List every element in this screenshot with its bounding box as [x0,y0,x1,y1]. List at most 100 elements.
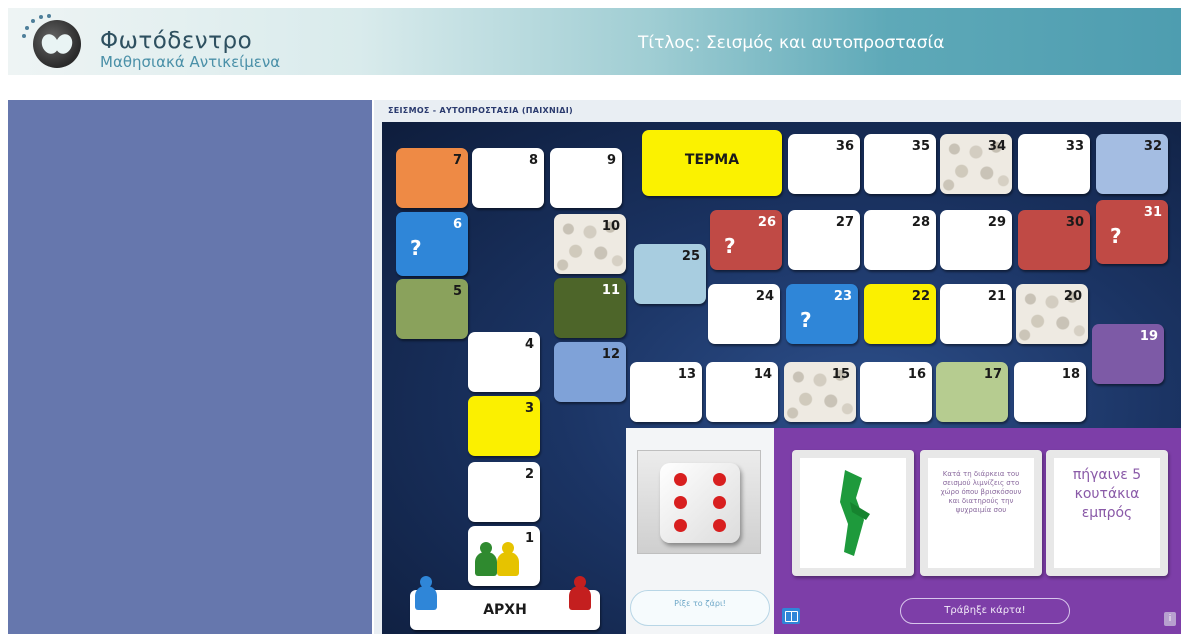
dice-panel: Ρίξε το ζάρι! [626,428,774,634]
board-cell-6: 6? [396,212,468,276]
cell-number: 7 [452,153,462,168]
board-cell-5: 5 [396,279,468,339]
board-cell-23: 23? [786,284,858,344]
board-cell-3: 3 [468,396,540,456]
board-cell-33: 33 [1018,134,1090,194]
cell-number: 33 [1065,139,1084,154]
cell-number: 9 [606,153,616,168]
app-header: Φωτόδεντρο Μαθησιακά Αντικείμενα Τίτλος:… [8,8,1181,75]
board-cell-20: 20 [1016,284,1088,344]
person-crouching-icon [840,470,870,556]
board-cell-25: 25 [634,244,706,304]
board-cell-24: 24 [708,284,780,344]
cell-number: 13 [677,367,696,382]
board-cell-2: 2 [468,462,540,522]
brand-subtitle: Μαθησιακά Αντικείμενα [100,53,281,71]
cell-number: 3 [524,401,534,416]
board-cell-29: 29 [940,210,1012,270]
cell-number: 22 [911,289,930,304]
question-mark: ? [1110,224,1122,248]
board-cell-27: 27 [788,210,860,270]
board-cell-36: 36 [788,134,860,194]
board-cell-18: 18 [1014,362,1086,422]
page-title: Τίτλος: Σεισμός και αυτοπροστασία [638,33,945,53]
info-icon[interactable]: i [1164,612,1176,626]
board-cell-7: 7 [396,148,468,208]
cell-number: 2 [524,467,534,482]
cell-number: 18 [1061,367,1080,382]
card-move[interactable]: πήγαινε 5 κουτάκια εμπρός [1046,450,1168,576]
board-cell-32: 32 [1096,134,1168,194]
cell-number: 25 [681,249,700,264]
board-cell-15: 15 [784,362,856,422]
board-cell-16: 16 [860,362,932,422]
cell-number: 15 [831,367,850,382]
board-cell-35: 35 [864,134,936,194]
question-mark: ? [410,236,422,260]
game-caption: ΣΕΙΣΜΟΣ - ΑΥΤΟΠΡΟΣΤΑΣΙΑ (ΠΑΙΧΝΙΔΙ) [388,106,574,115]
card-image[interactable] [792,450,914,576]
cell-number: 24 [755,289,774,304]
red-pawn-icon[interactable] [568,576,592,610]
board-cell-22: 22 [864,284,936,344]
cell-number: 10 [601,219,620,234]
board-cell-26: 26? [710,210,782,270]
cell-number: 26 [757,215,776,230]
cell-number: 23 [833,289,852,304]
cell-number: 30 [1065,215,1084,230]
cell-number: 29 [987,215,1006,230]
cell-number: 14 [753,367,772,382]
cell-number: 36 [835,139,854,154]
page-root: Φωτόδεντρο Μαθησιακά Αντικείμενα Τίτλος:… [0,0,1181,634]
yellow-pawn-icon[interactable] [496,542,520,576]
board-cell-9: 9 [550,148,622,208]
cell-number: 17 [983,367,1002,382]
board-cell-14: 14 [706,362,778,422]
card-info-text: Κατά τη διάρκεια του σεισμού λιμνίζεις σ… [940,470,1022,514]
question-mark: ? [724,234,736,258]
board-cell-1: 1 [468,526,540,586]
cell-number: 32 [1143,139,1162,154]
board-cell-10: 10 [554,214,626,274]
book-icon[interactable] [782,608,800,624]
cell-number: 19 [1139,329,1158,344]
cell-number: 1 [524,531,534,546]
dice-six-icon[interactable] [660,463,740,543]
draw-card-button[interactable]: Τράβηξε κάρτα! [900,598,1070,624]
board-cell-28: 28 [864,210,936,270]
cell-number: 20 [1063,289,1082,304]
card-info[interactable]: Κατά τη διάρκεια του σεισμού λιμνίζεις σ… [920,450,1042,576]
cell-number: 4 [524,337,534,352]
card-image-inner [800,458,906,568]
board-cell-12: 12 [554,342,626,402]
blue-pawn-icon[interactable] [414,576,438,610]
cell-number: 5 [452,284,462,299]
cell-number: 34 [987,139,1006,154]
game-board[interactable]: 7 8 9 6? 5 10 11 12 4 3 2 1 ΑΡΧΗ ΤΕΡΜΑ 2 [382,122,1181,634]
green-pawn-icon[interactable] [474,542,498,576]
roll-dice-button[interactable]: Ρίξε το ζάρι! [630,590,770,626]
board-cell-34: 34 [940,134,1012,194]
cell-number: 6 [452,217,462,232]
finish-label: ΤΕΡΜΑ [684,152,740,168]
board-cell-31: 31? [1096,200,1168,264]
finish-cell: ΤΕΡΜΑ [642,130,782,196]
board-cell-11: 11 [554,278,626,338]
dice-box [637,450,761,554]
board-cell-4: 4 [468,332,540,392]
card-move-text: πήγαινε 5 κουτάκια εμπρός [1072,467,1142,521]
cell-number: 11 [601,283,620,298]
cell-number: 27 [835,215,854,230]
board-cell-19: 19 [1092,324,1164,384]
board-cell-13: 13 [630,362,702,422]
board-cell-30: 30 [1018,210,1090,270]
cell-number: 28 [911,215,930,230]
board-cell-8: 8 [472,148,544,208]
board-cell-21: 21 [940,284,1012,344]
cell-number: 8 [528,153,538,168]
brand-title: Φωτόδεντρο [100,28,253,54]
cell-number: 16 [907,367,926,382]
game-frame: ΣΕΙΣΜΟΣ - ΑΥΤΟΠΡΟΣΤΑΣΙΑ (ΠΑΙΧΝΙΔΙ) 7 8 9… [374,100,1181,634]
cards-panel: Κατά τη διάρκεια του σεισμού λιμνίζεις σ… [774,428,1181,634]
cell-number: 12 [601,347,620,362]
